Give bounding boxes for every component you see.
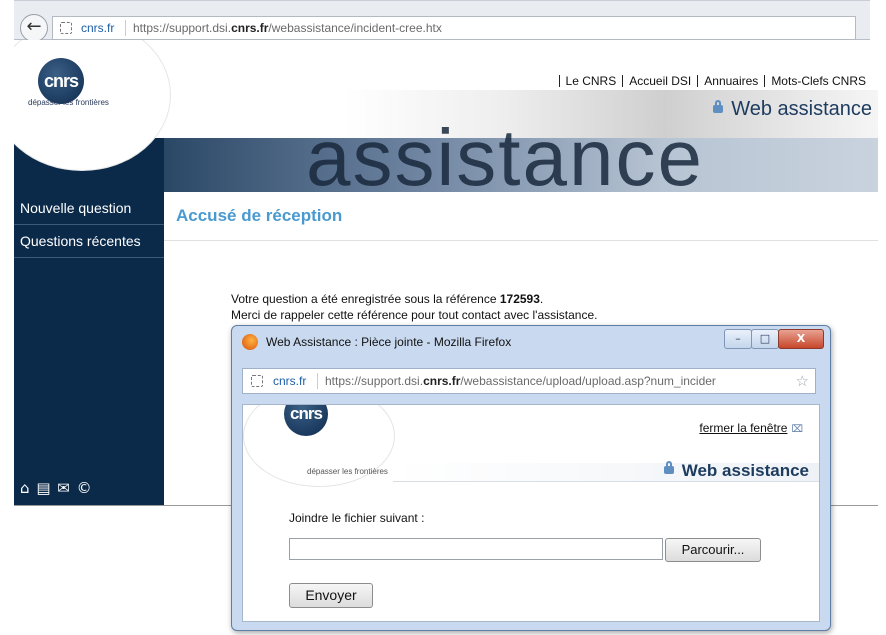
popup-address-bar[interactable]: cnrs.fr https://support.dsi.cnrs.fr/weba… bbox=[242, 368, 816, 394]
address-separator bbox=[125, 20, 126, 36]
cnrs-logo: cnrs bbox=[284, 405, 328, 436]
confirmation-message: Votre question a été enregistrée sous la… bbox=[231, 291, 597, 323]
page-title: Accusé de réception bbox=[176, 206, 343, 225]
site-identity-icon[interactable] bbox=[251, 375, 263, 387]
nav-mots-clefs[interactable]: Mots-Clefs CNRS bbox=[764, 75, 872, 87]
logo-tagline: dépasser les frontières bbox=[307, 467, 388, 476]
popup-web-assistance-title: Web assistance bbox=[663, 461, 809, 481]
browse-button[interactable]: Parcourir... bbox=[665, 538, 761, 562]
site-identity-icon[interactable] bbox=[60, 22, 72, 34]
nav-le-cnrs[interactable]: Le CNRS bbox=[558, 75, 623, 87]
message-line1: Votre question a été enregistrée sous la… bbox=[231, 292, 500, 306]
popup-title: Web Assistance : Pièce jointe - Mozilla … bbox=[266, 335, 512, 349]
popup-web-assistance-label: Web assistance bbox=[681, 461, 809, 480]
lock-icon bbox=[663, 461, 674, 474]
web-assistance-label: Web assistance bbox=[731, 98, 872, 120]
close-window-button[interactable]: X bbox=[778, 329, 824, 349]
message-line2: Merci de rappeler cette référence pour t… bbox=[231, 308, 598, 322]
print-icon[interactable]: ▤ bbox=[36, 479, 51, 497]
window-controls: – □ X bbox=[724, 329, 824, 349]
sidebar-item-nouvelle-question[interactable]: Nouvelle question bbox=[14, 192, 164, 225]
popup-page: cnrs dépasser les frontières fermer la f… bbox=[242, 404, 820, 622]
send-button[interactable]: Envoyer bbox=[289, 583, 373, 608]
address-bar[interactable]: cnrs.fr https://support.dsi.cnrs.fr/weba… bbox=[52, 16, 856, 40]
attach-file-label: Joindre le fichier suivant : bbox=[289, 511, 425, 525]
site-identity-label: cnrs.fr bbox=[273, 374, 307, 388]
nav-accueil-dsi[interactable]: Accueil DSI bbox=[622, 75, 697, 87]
reference-number: 172593 bbox=[499, 292, 540, 306]
sidebar-item-questions-recentes[interactable]: Questions récentes bbox=[14, 225, 164, 258]
sidebar: Nouvelle question Questions récentes ⌂ ▤… bbox=[14, 192, 164, 505]
close-window-link[interactable]: fermer la fenêtre ⌧ bbox=[699, 421, 803, 435]
mail-icon[interactable]: ✉ bbox=[57, 479, 71, 497]
url-text: https://support.dsi.cnrs.fr/webassistanc… bbox=[133, 21, 442, 35]
logo-tagline: dépasser les frontières bbox=[28, 98, 109, 107]
maximize-button[interactable]: □ bbox=[751, 329, 779, 349]
close-window-label[interactable]: fermer la fenêtre bbox=[699, 421, 787, 435]
popup-url-text: https://support.dsi.cnrs.fr/webassistanc… bbox=[325, 374, 716, 388]
file-path-input[interactable] bbox=[289, 538, 663, 560]
home-icon[interactable]: ⌂ bbox=[20, 479, 31, 497]
web-assistance-title: Web assistance bbox=[713, 98, 872, 121]
back-arrow-icon[interactable]: ← bbox=[20, 14, 48, 42]
lock-icon bbox=[713, 100, 724, 113]
message-line1-end: . bbox=[539, 292, 544, 306]
nav-annuaires[interactable]: Annuaires bbox=[697, 75, 764, 87]
firefox-icon bbox=[242, 334, 258, 350]
top-nav: Le CNRS Accueil DSI Annuaires Mots-Clefs CN… bbox=[558, 74, 872, 88]
title-divider bbox=[164, 240, 878, 241]
bookmark-star-icon[interactable]: ☆ bbox=[796, 369, 809, 393]
attachment-popup-window: Web Assistance : Pièce jointe - Mozilla … bbox=[231, 325, 831, 631]
site-header: assistance cnrs dépasser les frontières … bbox=[14, 40, 878, 192]
site-identity-label: cnrs.fr bbox=[81, 21, 115, 35]
sidebar-footer-icons: ⌂ ▤ ✉ © bbox=[20, 479, 93, 497]
minimize-button[interactable]: – bbox=[724, 329, 752, 349]
copyright-icon[interactable]: © bbox=[77, 479, 93, 497]
banner-word: assistance bbox=[306, 113, 704, 193]
close-icon[interactable]: ⌧ bbox=[791, 424, 803, 435]
address-separator bbox=[317, 373, 318, 389]
